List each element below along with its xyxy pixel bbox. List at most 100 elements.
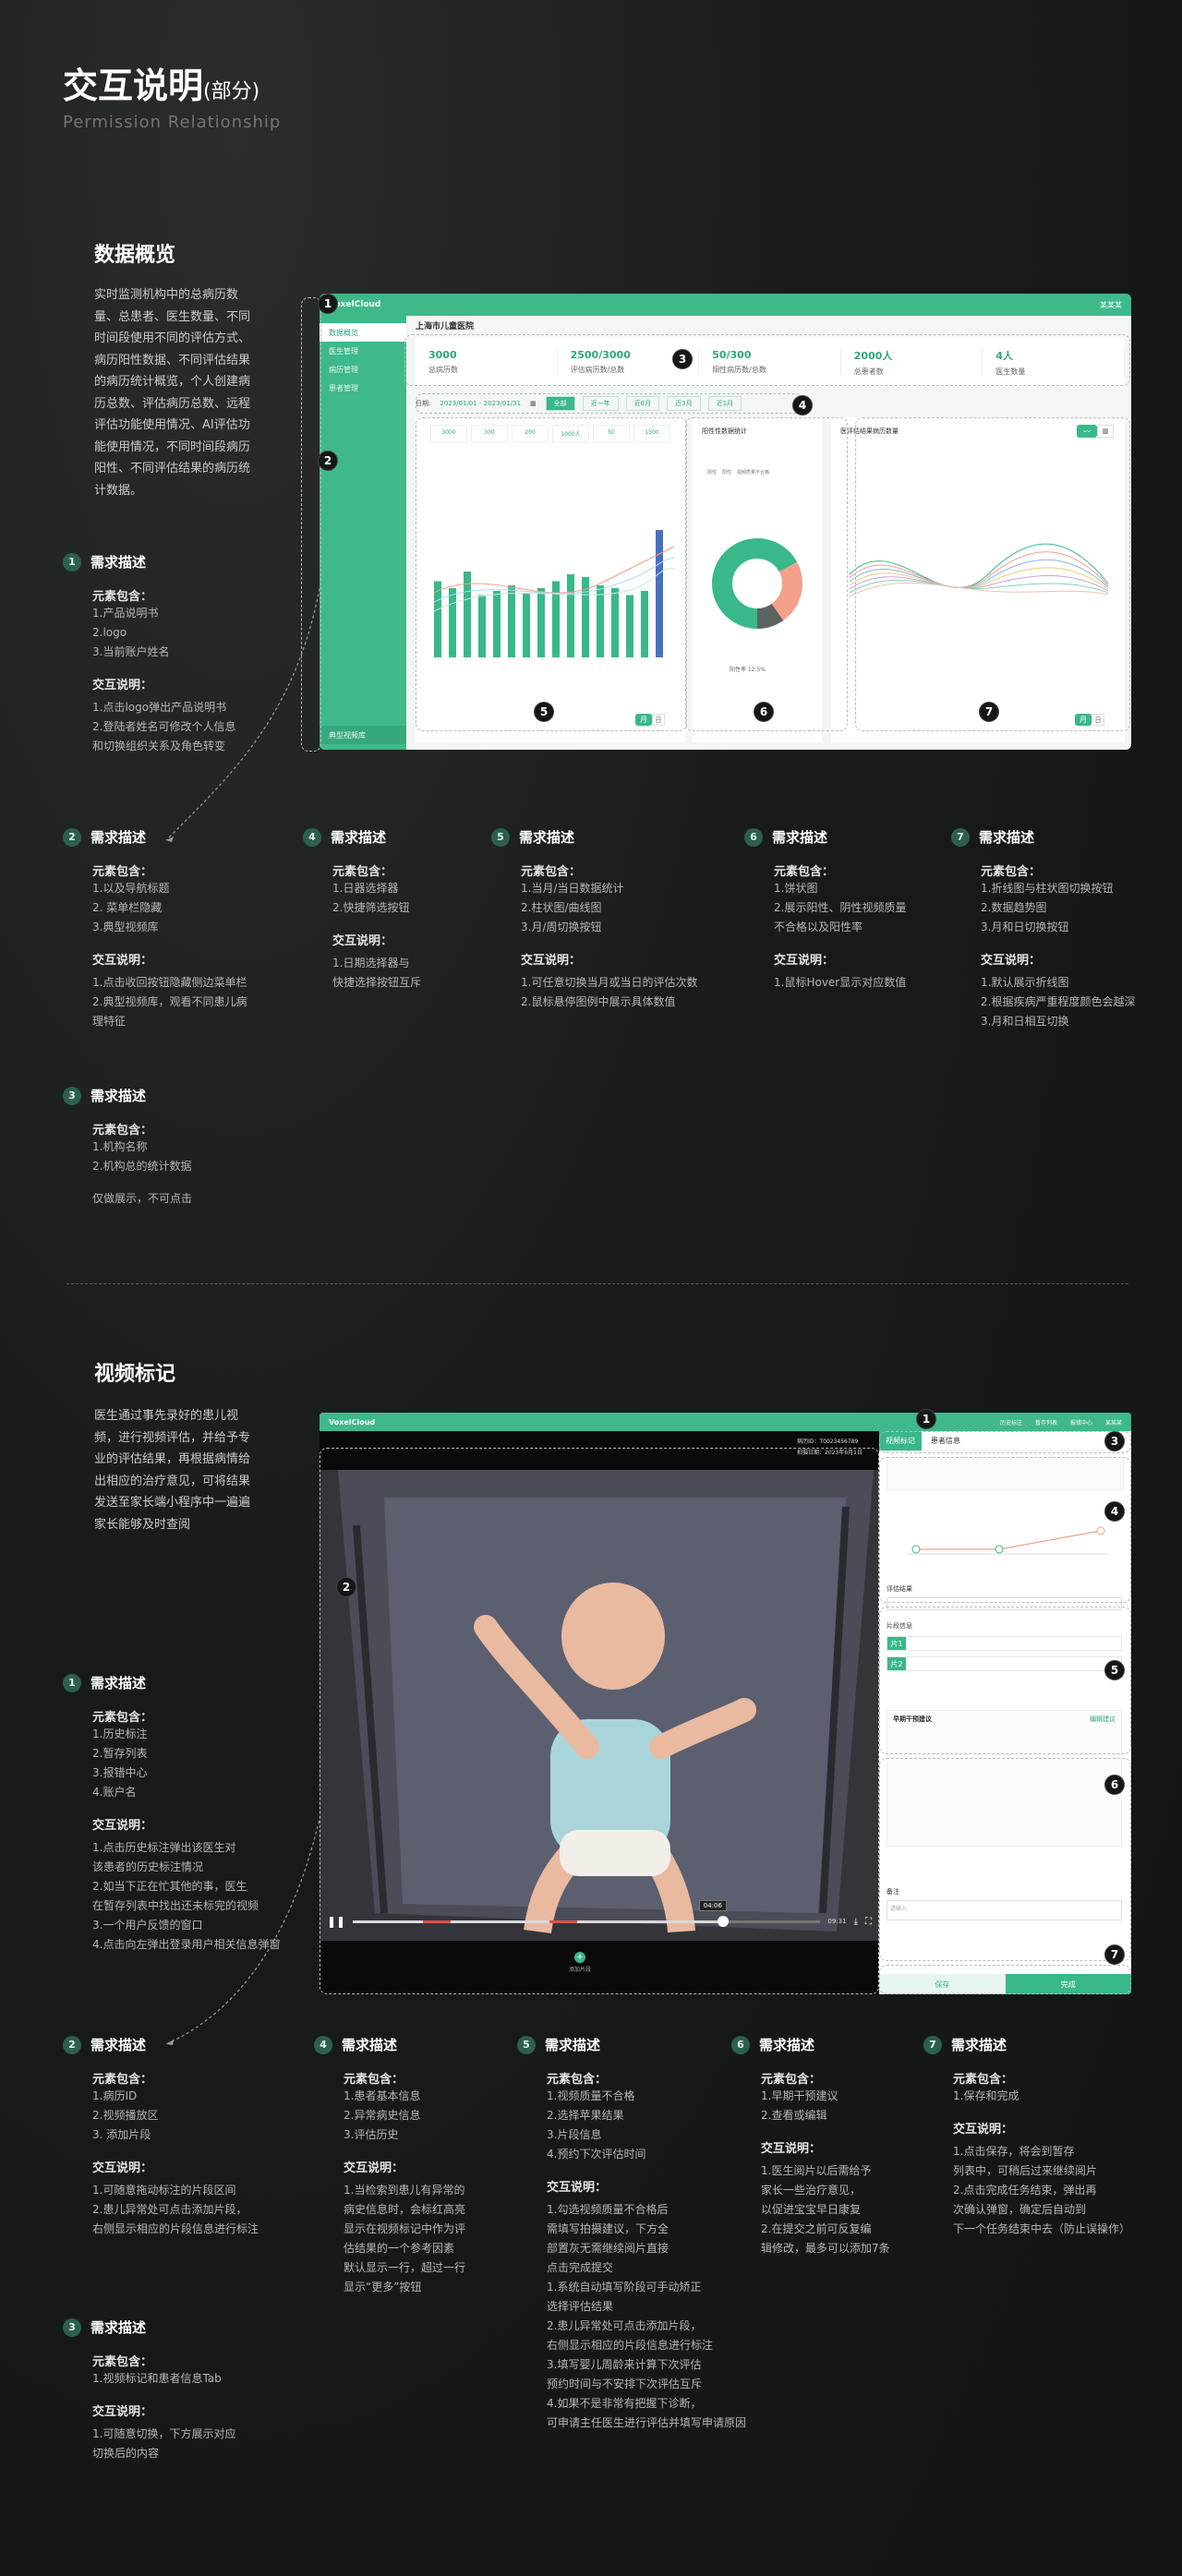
requirement-block-6: 6 需求描述 元素包含： 1.饼状图 2.展示阳性、阴性视频质量 不合格以及阳性率 交互说明…	[744, 827, 906, 993]
interaction-note: 可申请主任医生进行评估并填写申请原因	[547, 2416, 747, 2429]
video-marker-3: 3	[1104, 1431, 1125, 1451]
interaction-note: 预约时间与不安排下次评估互斥	[547, 2377, 703, 2390]
element-item: 3.评估历史	[344, 2128, 399, 2141]
video-marker-7: 7	[1104, 1944, 1125, 1965]
number-badge: 3	[63, 1086, 81, 1105]
element-item: 2.选择苹果结果	[547, 2109, 624, 2122]
outline-tabs	[879, 1431, 1131, 1453]
requirement-title: 需求描述	[90, 1088, 147, 1104]
element-item: 1.视频标记和患者信息Tab	[92, 2372, 222, 2385]
element-item: 2.异常病史信息	[344, 2109, 421, 2122]
outline-eval	[879, 1607, 1131, 1754]
element-item: 3.典型视频库	[92, 921, 159, 933]
outline-stats	[404, 334, 1130, 386]
interaction-note: 1.点击收回按钮隐藏侧边菜单栏	[92, 976, 247, 989]
elements-heading: 元素包含：	[344, 2073, 404, 2087]
requirement-title: 需求描述	[90, 554, 147, 571]
intro-line: 频，进行视频评估，并给予专	[94, 1430, 251, 1445]
requirement-block-3: 3 需求描述 元素包含： 1.视频标记和患者信息Tab 交互说明： 1.可随意切换，下方展…	[63, 2317, 235, 2463]
element-item: 2.机构总的统计数据	[92, 1160, 192, 1173]
sidebar-item-1[interactable]: 医生管理	[320, 342, 406, 360]
interaction-note: 列表中，可稍后过来继续阅片	[953, 2164, 1098, 2177]
interaction-heading: 交互说明：	[344, 2161, 404, 2175]
element-item: 1.病历ID	[92, 2089, 138, 2102]
interaction-note: 下一个任务结束中去（防止误操作）	[953, 2222, 1131, 2235]
element-item: 2.数据趋势图	[981, 901, 1047, 914]
intro-line: 业的评估结果，再根据病情给	[94, 1452, 251, 1466]
sidebar-item-3[interactable]: 患者管理	[320, 379, 406, 397]
element-item: 2.快捷筛选按钮	[332, 901, 410, 914]
requirement-head: 6 需求描述	[744, 827, 906, 847]
element-item: 3.月和日切换按钮	[981, 921, 1069, 933]
requirement-block-4: 4 需求描述 元素包含： 1.患者基本信息 2.异常病史信息 3.评估历史 交互说明： 1.当…	[314, 2035, 465, 2297]
interaction-note: 估结果的一个参考因素	[344, 2242, 455, 2255]
element-item: 1.患者基本信息	[344, 2089, 421, 2102]
video-topbar: VoxelCloud 历史标注 暂存列表 报错中心 某某某	[320, 1413, 1131, 1431]
requirement-block-4: 4 需求描述 元素包含： 1.日器选择器 2.快捷筛选按钮 交互说明： 1.日期选择器与 快捷…	[303, 827, 421, 993]
interaction-note: 快捷选择按钮互斥	[332, 976, 422, 989]
account-name[interactable]: 某某某	[1100, 300, 1122, 310]
marker-1: 1	[318, 294, 338, 314]
interaction-note: 显示“更多”按钮	[344, 2281, 422, 2293]
sidebar-item-0[interactable]: 数据概览	[320, 323, 406, 342]
case-id: 病历ID：T0023456789	[797, 1438, 859, 1445]
interaction-note: 3.填写婴儿周龄来计算下次评估	[547, 2358, 702, 2371]
requirement-title: 需求描述	[90, 1675, 147, 1691]
interaction-note: 2.患儿异常处可点击添加片段，	[92, 2203, 247, 2216]
interaction-note: 选择评估结果	[547, 2300, 614, 2313]
interaction-note: 1.日期选择器与	[332, 957, 410, 969]
top-action[interactable]: 暂存列表	[1035, 1418, 1057, 1426]
requirement-block-3: 3 需求描述 元素包含： 1.机构名称 2.机构总的统计数据 仅做展示，不可点击	[63, 1086, 192, 1209]
requirement-block-7: 7 需求描述 元素包含： 1.保存和完成 交互说明： 1.点击保存，将会到暂存 列表中，可稍…	[923, 2035, 1130, 2239]
top-action[interactable]: 报错中心	[1070, 1418, 1092, 1426]
element-item: 2.柱状图/曲线图	[521, 901, 602, 914]
interaction-heading: 交互说明：	[953, 2123, 1014, 2137]
elements-heading: 元素包含：	[774, 865, 835, 879]
sidebar-item-2[interactable]: 病历管理	[320, 360, 406, 379]
marker-5: 5	[534, 702, 554, 722]
number-badge: 6	[731, 2035, 750, 2054]
top-action[interactable]: 某某某	[1105, 1418, 1122, 1426]
number-badge: 2	[63, 827, 81, 847]
interaction-note: 1.可随意切换，下方展示对应	[92, 2427, 236, 2440]
number-badge: 7	[951, 827, 970, 847]
interaction-note: 3.月和日相互切换	[981, 1015, 1069, 1028]
video-marker-6: 6	[1104, 1775, 1125, 1795]
element-item: 1.早期干预建议	[761, 2089, 838, 2102]
number-badge: 5	[491, 827, 510, 847]
interaction-note: 以促进宝宝早日康复	[761, 2203, 862, 2216]
sidebar: 数据概览 医生管理 病历管理 患者管理 典型视频库	[320, 316, 406, 750]
element-item: 1.以及导航标题	[92, 882, 170, 895]
element-item: 4.预约下次评估时间	[547, 2148, 646, 2161]
requirement-title: 需求描述	[772, 829, 828, 846]
outline-actions	[879, 1965, 1131, 1994]
video-logo[interactable]: VoxelCloud	[329, 1418, 375, 1426]
requirement-head: 6 需求描述	[731, 2035, 890, 2054]
marker-2: 2	[318, 451, 338, 471]
intro-line: 发送至家长端小程序中一遍遍	[94, 1496, 251, 1510]
video-marker-5: 5	[1104, 1660, 1125, 1680]
outline-panel3	[855, 417, 1130, 731]
interaction-note: 切换后的内容	[92, 2447, 160, 2460]
interaction-heading: 交互说明：	[92, 954, 153, 968]
marker-6: 6	[754, 702, 774, 722]
interaction-heading: 交互说明：	[92, 2161, 153, 2175]
requirement-title: 需求描述	[979, 829, 1035, 846]
marker-4: 4	[792, 395, 813, 415]
requirement-head: 3 需求描述	[63, 1086, 192, 1105]
element-item: 2.查看或编辑	[761, 2109, 827, 2122]
elements-heading: 元素包含：	[547, 2073, 608, 2087]
requirement-block-7: 7 需求描述 元素包含： 1.折线图与柱状图切换按钮 2.数据趋势图 3.月和日切换按钮交…	[951, 827, 1135, 1031]
page-subtitle: Permission Relationship	[63, 113, 282, 132]
typical-video-library[interactable]: 典型视频库	[320, 726, 406, 744]
element-item: 1.视频质量不合格	[547, 2089, 635, 2102]
outline-advice	[879, 1758, 1131, 1961]
interaction-note: 右侧显示相应的片段信息进行标注	[547, 2339, 714, 2352]
section-title-video: 视频标记	[94, 1363, 176, 1386]
interaction-note: 1.可任意切换当月或当日的评估次数	[521, 976, 698, 989]
elements-heading: 元素包含：	[92, 2355, 153, 2369]
outline-panel1	[416, 417, 687, 731]
org-name: 上海市儿童医院	[416, 322, 475, 331]
top-action[interactable]: 历史标注	[1000, 1418, 1022, 1426]
outline-patient	[879, 1457, 1131, 1603]
